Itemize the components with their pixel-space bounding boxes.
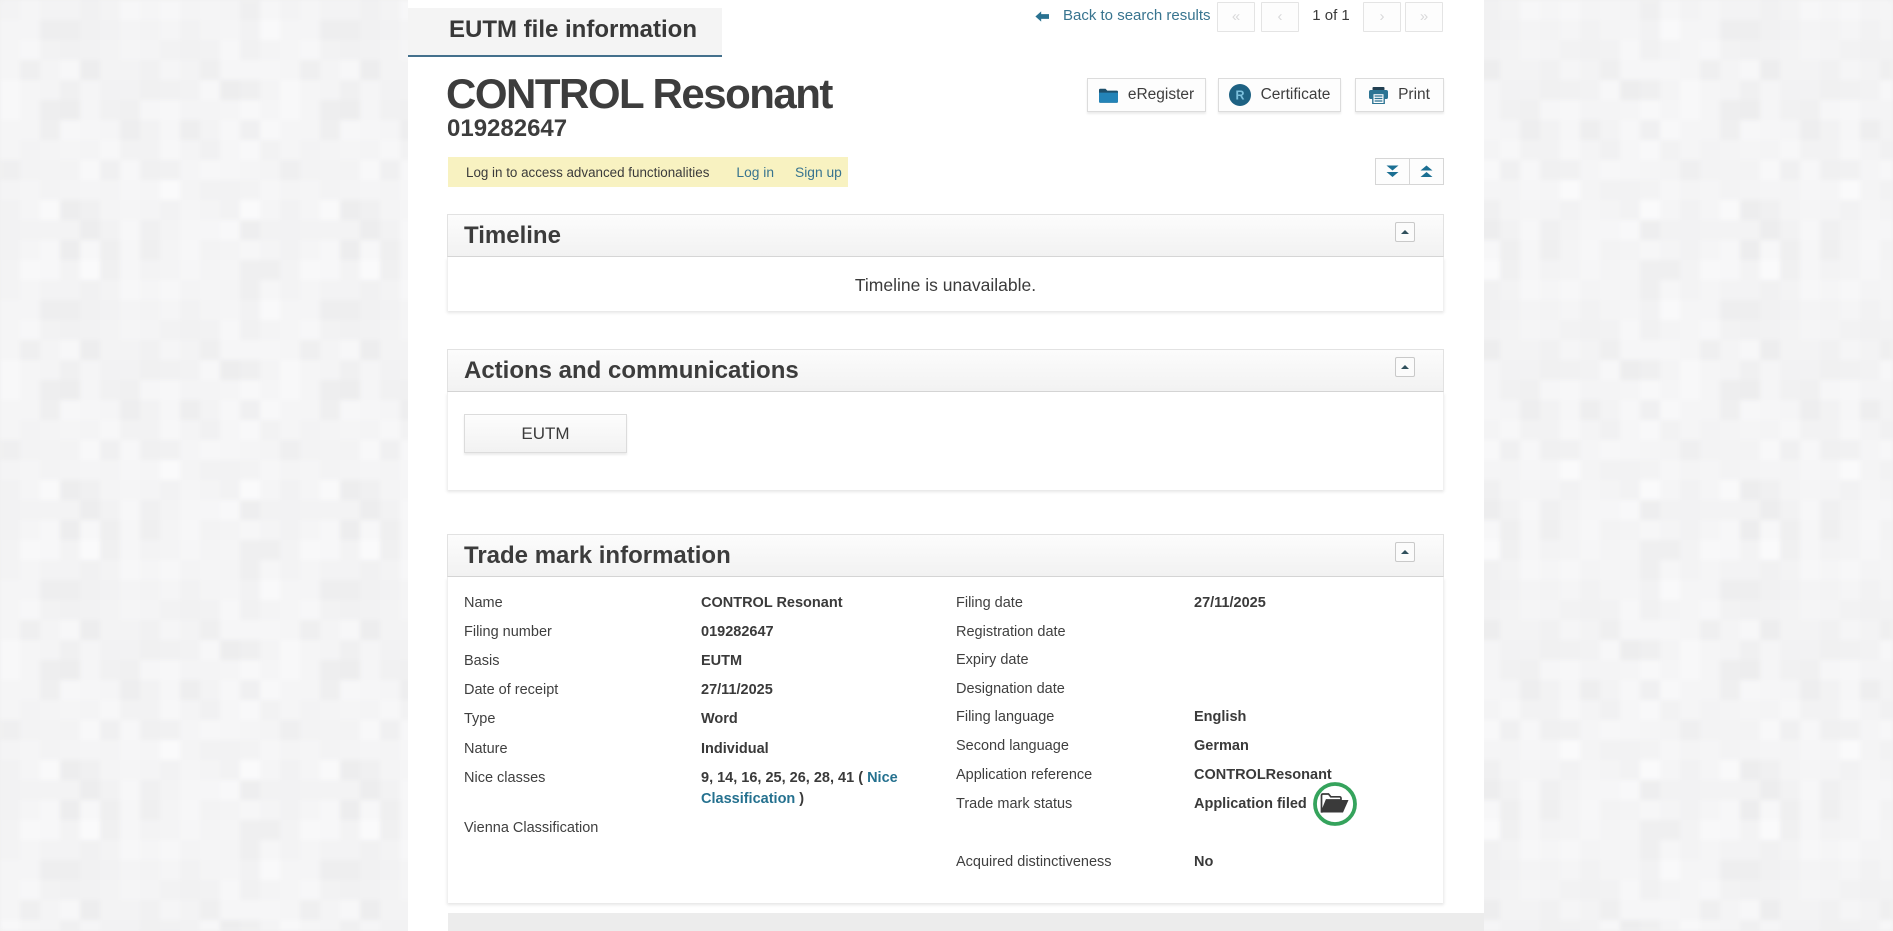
svg-text:R: R xyxy=(1235,89,1244,103)
